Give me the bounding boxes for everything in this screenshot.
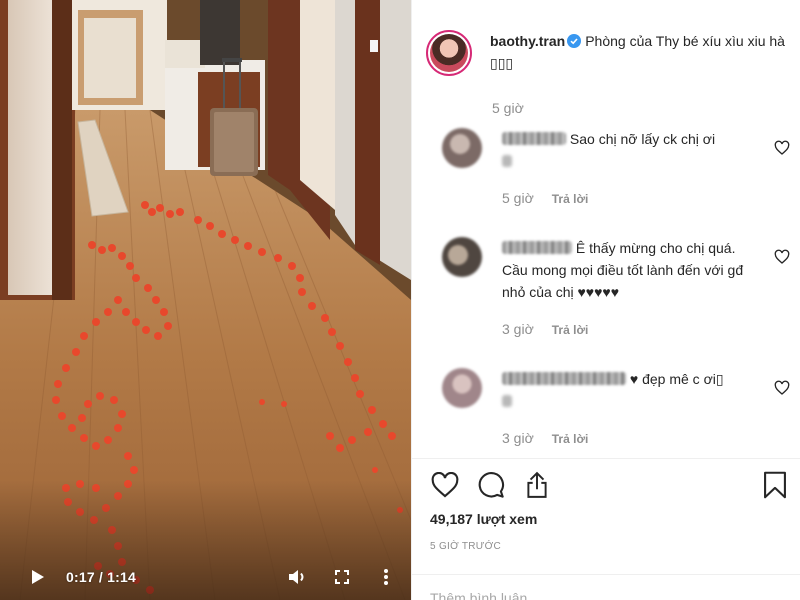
volume-icon[interactable] bbox=[287, 566, 309, 588]
comment-avatar[interactable] bbox=[442, 237, 482, 277]
commenter-username[interactable] bbox=[502, 132, 566, 145]
like-comment-icon[interactable] bbox=[774, 249, 790, 265]
commenter-username[interactable] bbox=[502, 372, 626, 385]
share-icon[interactable] bbox=[522, 470, 552, 500]
fullscreen-icon[interactable] bbox=[331, 566, 353, 588]
current-time: 0:17 bbox=[66, 569, 95, 585]
author-username[interactable]: baothy.tran bbox=[490, 33, 565, 49]
author-avatar[interactable] bbox=[426, 30, 472, 76]
like-comment-icon[interactable] bbox=[774, 140, 790, 156]
blurred-text bbox=[502, 395, 512, 407]
heart-icon[interactable] bbox=[430, 470, 460, 500]
comment-time: 3 giờ bbox=[502, 321, 534, 337]
commenter-username[interactable] bbox=[502, 241, 572, 254]
video-controls: 0:17 / 1:14 bbox=[0, 554, 411, 600]
comment-avatar[interactable] bbox=[442, 368, 482, 408]
verified-badge-icon bbox=[567, 34, 582, 48]
video-player[interactable]: 0:17 / 1:14 bbox=[0, 0, 411, 600]
comment-time: 5 giờ bbox=[502, 190, 534, 206]
play-icon[interactable] bbox=[28, 567, 48, 587]
divider bbox=[412, 574, 800, 575]
reply-button[interactable]: Trả lời bbox=[552, 192, 589, 206]
caption-time: 5 giờ bbox=[492, 100, 524, 116]
comment-avatar[interactable] bbox=[442, 128, 482, 168]
time-separator: / bbox=[94, 569, 108, 585]
view-count[interactable]: 49,187 lượt xem bbox=[430, 511, 537, 527]
blurred-text bbox=[502, 155, 512, 167]
comment-text: Sao chị nỡ lấy ck chị ơi bbox=[569, 131, 716, 147]
video-time: 0:17 / 1:14 bbox=[66, 569, 136, 585]
post-panel: baothy.tran Phòng của Thy bé xíu xìu xiu … bbox=[411, 0, 800, 600]
action-bar bbox=[430, 470, 790, 502]
comment-time: 3 giờ bbox=[502, 430, 534, 446]
comment-icon[interactable] bbox=[476, 470, 506, 500]
post-timestamp: 5 GIỜ TRƯỚC bbox=[430, 541, 502, 552]
reply-button[interactable]: Trả lời bbox=[552, 432, 589, 446]
divider bbox=[412, 458, 800, 459]
duration: 1:14 bbox=[107, 569, 136, 585]
post-caption: baothy.tran Phòng của Thy bé xíu xìu xiu … bbox=[426, 30, 796, 76]
reply-button[interactable]: Trả lời bbox=[552, 323, 589, 337]
add-comment-input[interactable]: Thêm bình luận... bbox=[430, 590, 539, 600]
like-comment-icon[interactable] bbox=[774, 380, 790, 396]
bookmark-icon[interactable] bbox=[760, 470, 790, 500]
more-vertical-icon[interactable] bbox=[375, 566, 397, 588]
comment-text: ♥ đẹp mê c ơi▯ bbox=[629, 371, 724, 387]
video-frame bbox=[0, 0, 411, 600]
